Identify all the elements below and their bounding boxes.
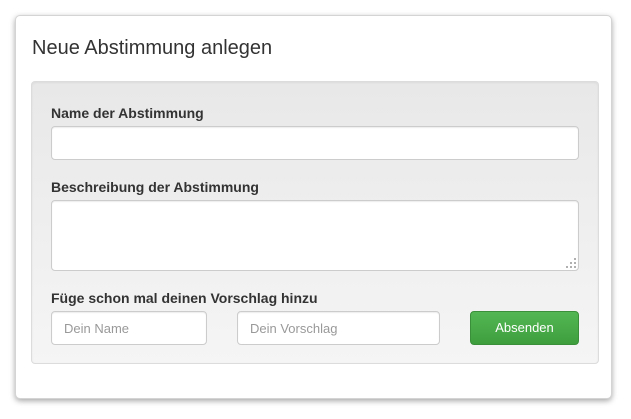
poll-name-input[interactable] (51, 126, 579, 160)
poll-name-label: Name der Abstimmung (51, 105, 204, 121)
your-name-input[interactable] (51, 311, 207, 345)
submit-button[interactable]: Absenden (470, 311, 579, 345)
resize-grip-icon[interactable] (566, 258, 576, 268)
create-poll-panel: Neue Abstimmung anlegen Name der Abstimm… (15, 15, 612, 399)
poll-description-textarea[interactable] (51, 200, 579, 271)
your-suggestion-input[interactable] (237, 311, 440, 345)
poll-form: Name der Abstimmung Beschreibung der Abs… (31, 81, 599, 364)
poll-description-label: Beschreibung der Abstimmung (51, 179, 259, 195)
suggestion-label: Füge schon mal deinen Vorschlag hinzu (51, 290, 318, 306)
panel-title: Neue Abstimmung anlegen (32, 37, 273, 59)
